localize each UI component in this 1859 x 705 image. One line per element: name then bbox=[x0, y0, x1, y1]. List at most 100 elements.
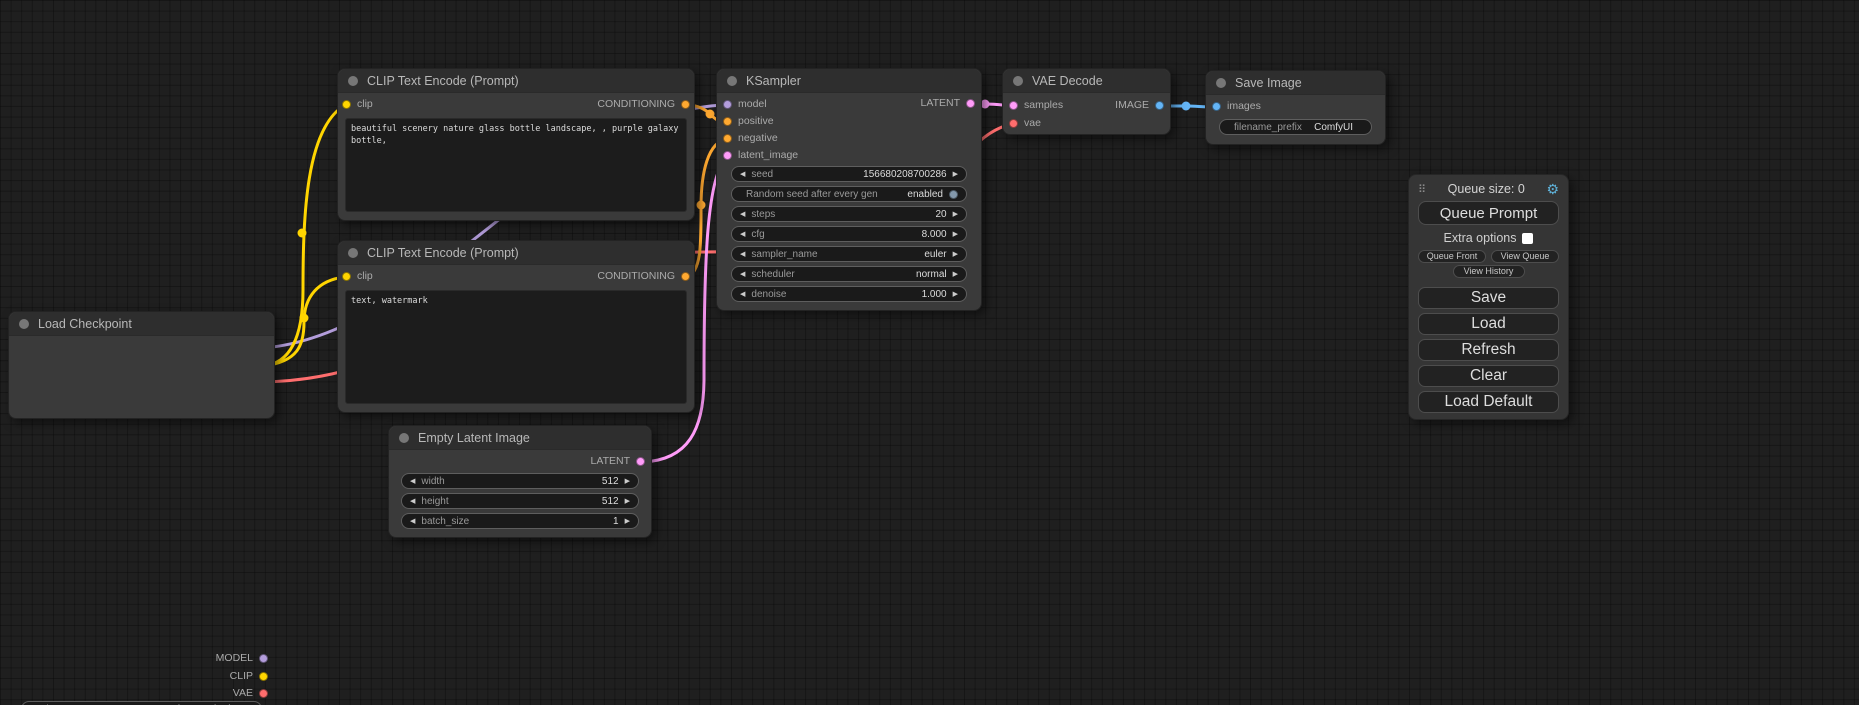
widget-batch-size[interactable]: ◀ batch_size 1 ▶ bbox=[401, 513, 639, 529]
latent-image-input-dot[interactable] bbox=[723, 151, 732, 160]
reroute-dot-positive[interactable] bbox=[706, 110, 715, 119]
widget-height[interactable]: ◀ height 512 ▶ bbox=[401, 493, 639, 509]
collapse-dot-icon[interactable] bbox=[727, 76, 737, 86]
view-queue-button[interactable]: View Queue bbox=[1491, 250, 1559, 263]
extra-options-checkbox[interactable] bbox=[1522, 233, 1533, 244]
output-slot-vae[interactable]: VAE bbox=[233, 687, 268, 699]
decrement-arrow-icon[interactable]: ◀ bbox=[740, 231, 745, 238]
latent-output-dot[interactable] bbox=[966, 99, 975, 108]
output-slot-clip[interactable]: CLIP bbox=[230, 670, 268, 682]
model-output-dot[interactable] bbox=[259, 654, 268, 663]
conditioning-output-dot[interactable] bbox=[681, 100, 690, 109]
clip-output-dot[interactable] bbox=[259, 672, 268, 681]
output-slot-model[interactable]: MODEL bbox=[216, 652, 268, 664]
latent-output-dot[interactable] bbox=[636, 457, 645, 466]
refresh-button[interactable]: Refresh bbox=[1418, 339, 1559, 361]
widget-cfg[interactable]: ◀ cfg 8.000 ▶ bbox=[731, 226, 967, 242]
load-button[interactable]: Load bbox=[1418, 313, 1559, 335]
node-clip-text-encode-negative[interactable]: CLIP Text Encode (Prompt) clip CONDITION… bbox=[337, 240, 695, 413]
increment-arrow-icon[interactable]: ▶ bbox=[625, 498, 630, 505]
input-slot-clip[interactable]: clip bbox=[342, 270, 373, 282]
node-title-bar[interactable]: Empty Latent Image bbox=[389, 426, 651, 450]
node-title-bar[interactable]: KSampler bbox=[717, 69, 981, 93]
input-slot-clip[interactable]: clip bbox=[342, 98, 373, 110]
output-slot-image[interactable]: IMAGE bbox=[1115, 99, 1164, 111]
increment-arrow-icon[interactable]: ▶ bbox=[953, 291, 958, 298]
images-input-dot[interactable] bbox=[1212, 102, 1221, 111]
decrement-arrow-icon[interactable]: ◀ bbox=[410, 478, 415, 485]
reroute-dot-clip1[interactable] bbox=[298, 229, 307, 238]
vae-output-dot[interactable] bbox=[259, 689, 268, 698]
reroute-dot-image[interactable] bbox=[1182, 102, 1191, 111]
output-slot-conditioning[interactable]: CONDITIONING bbox=[597, 98, 690, 110]
node-ksampler[interactable]: KSampler model positive negative latent_… bbox=[716, 68, 982, 311]
collapse-dot-icon[interactable] bbox=[1013, 76, 1023, 86]
prompt-textarea[interactable]: beautiful scenery nature glass bottle la… bbox=[345, 118, 687, 212]
widget-random-seed-toggle[interactable]: Random seed after every gen enabled bbox=[731, 186, 967, 202]
node-title-bar[interactable]: Save Image bbox=[1206, 71, 1385, 95]
settings-gear-icon[interactable]: ⚙ bbox=[1546, 182, 1559, 196]
increment-arrow-icon[interactable]: ▶ bbox=[625, 518, 630, 525]
node-title-bar[interactable]: CLIP Text Encode (Prompt) bbox=[338, 241, 694, 265]
output-slot-latent[interactable]: LATENT bbox=[591, 455, 645, 467]
queue-prompt-button[interactable]: Queue Prompt bbox=[1418, 201, 1559, 225]
widget-ckpt-name[interactable]: ◀ ckpt_name v1-5-pruned-emaonly.ckpt ▶ bbox=[21, 701, 262, 705]
increment-arrow-icon[interactable]: ▶ bbox=[953, 171, 958, 178]
widget-denoise[interactable]: ◀ denoise 1.000 ▶ bbox=[731, 286, 967, 302]
increment-arrow-icon[interactable]: ▶ bbox=[953, 271, 958, 278]
node-title-bar[interactable]: Load Checkpoint bbox=[9, 312, 274, 336]
load-default-button[interactable]: Load Default bbox=[1418, 391, 1559, 413]
collapse-dot-icon[interactable] bbox=[1216, 78, 1226, 88]
toggle-enabled-icon[interactable] bbox=[949, 190, 958, 199]
clear-button[interactable]: Clear bbox=[1418, 365, 1559, 387]
decrement-arrow-icon[interactable]: ◀ bbox=[740, 171, 745, 178]
decrement-arrow-icon[interactable]: ◀ bbox=[740, 291, 745, 298]
samples-input-dot[interactable] bbox=[1009, 101, 1018, 110]
widget-scheduler[interactable]: ◀ scheduler normal ▶ bbox=[731, 266, 967, 282]
node-vae-decode[interactable]: VAE Decode samples vae IMAGE bbox=[1002, 68, 1171, 135]
queue-panel[interactable]: ⠿ Queue size: 0 ⚙ Queue Prompt Extra opt… bbox=[1408, 174, 1569, 420]
drag-handle-icon[interactable]: ⠿ bbox=[1418, 183, 1426, 196]
widget-width[interactable]: ◀ width 512 ▶ bbox=[401, 473, 639, 489]
output-slot-latent[interactable]: LATENT bbox=[921, 97, 975, 109]
clip-input-dot[interactable] bbox=[342, 272, 351, 281]
positive-input-dot[interactable] bbox=[723, 117, 732, 126]
node-clip-text-encode-positive[interactable]: CLIP Text Encode (Prompt) clip CONDITION… bbox=[337, 68, 695, 221]
input-slot-images[interactable]: images bbox=[1212, 100, 1261, 112]
model-input-dot[interactable] bbox=[723, 100, 732, 109]
node-load-checkpoint[interactable]: Load Checkpoint MODEL CLIP VAE ◀ ckpt_na… bbox=[8, 311, 275, 419]
decrement-arrow-icon[interactable]: ◀ bbox=[410, 518, 415, 525]
output-slot-conditioning[interactable]: CONDITIONING bbox=[597, 270, 690, 282]
vae-input-dot[interactable] bbox=[1009, 119, 1018, 128]
view-history-button[interactable]: View History bbox=[1453, 265, 1525, 278]
collapse-dot-icon[interactable] bbox=[19, 319, 29, 329]
collapse-dot-icon[interactable] bbox=[348, 248, 358, 258]
widget-seed[interactable]: ◀ seed 156680208700286 ▶ bbox=[731, 166, 967, 182]
increment-arrow-icon[interactable]: ▶ bbox=[953, 251, 958, 258]
clip-input-dot[interactable] bbox=[342, 100, 351, 109]
widget-filename-prefix[interactable]: filename_prefix ComfyUI bbox=[1219, 119, 1372, 135]
widget-steps[interactable]: ◀ steps 20 ▶ bbox=[731, 206, 967, 222]
input-slot-vae[interactable]: vae bbox=[1009, 117, 1041, 129]
input-slot-latent-image[interactable]: latent_image bbox=[723, 149, 798, 161]
node-title-bar[interactable]: VAE Decode bbox=[1003, 69, 1170, 93]
node-save-image[interactable]: Save Image images filename_prefix ComfyU… bbox=[1205, 70, 1386, 145]
decrement-arrow-icon[interactable]: ◀ bbox=[740, 211, 745, 218]
increment-arrow-icon[interactable]: ▶ bbox=[953, 211, 958, 218]
decrement-arrow-icon[interactable]: ◀ bbox=[740, 251, 745, 258]
increment-arrow-icon[interactable]: ▶ bbox=[953, 231, 958, 238]
reroute-dot-clip2[interactable] bbox=[300, 314, 309, 323]
increment-arrow-icon[interactable]: ▶ bbox=[625, 478, 630, 485]
prompt-textarea[interactable]: text, watermark bbox=[345, 290, 687, 404]
node-empty-latent-image[interactable]: Empty Latent Image LATENT ◀ width 512 ▶ … bbox=[388, 425, 652, 538]
negative-input-dot[interactable] bbox=[723, 134, 732, 143]
decrement-arrow-icon[interactable]: ◀ bbox=[740, 271, 745, 278]
input-slot-positive[interactable]: positive bbox=[723, 115, 774, 127]
input-slot-samples[interactable]: samples bbox=[1009, 99, 1063, 111]
conditioning-output-dot[interactable] bbox=[681, 272, 690, 281]
collapse-dot-icon[interactable] bbox=[348, 76, 358, 86]
node-title-bar[interactable]: CLIP Text Encode (Prompt) bbox=[338, 69, 694, 93]
queue-front-button[interactable]: Queue Front bbox=[1418, 250, 1486, 263]
input-slot-negative[interactable]: negative bbox=[723, 132, 778, 144]
save-button[interactable]: Save bbox=[1418, 287, 1559, 309]
